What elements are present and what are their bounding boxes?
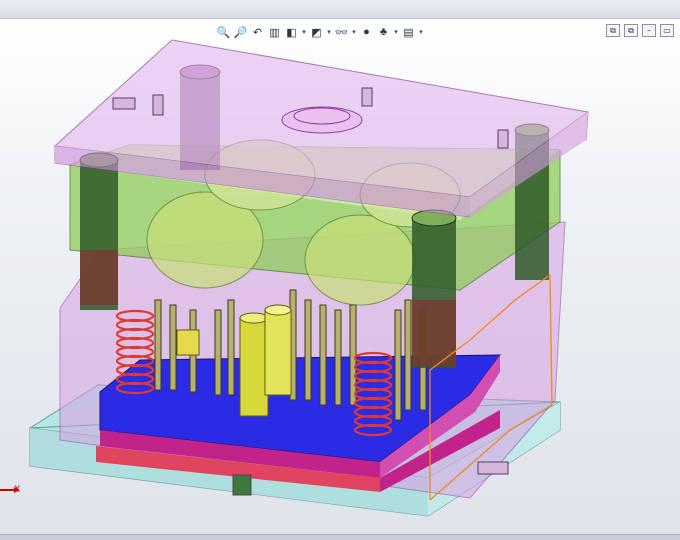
locating-ring: [281, 106, 363, 134]
status-strip: [0, 534, 680, 540]
graphics-viewport[interactable]: [0, 0, 680, 539]
x-axis-label: X: [14, 485, 21, 495]
